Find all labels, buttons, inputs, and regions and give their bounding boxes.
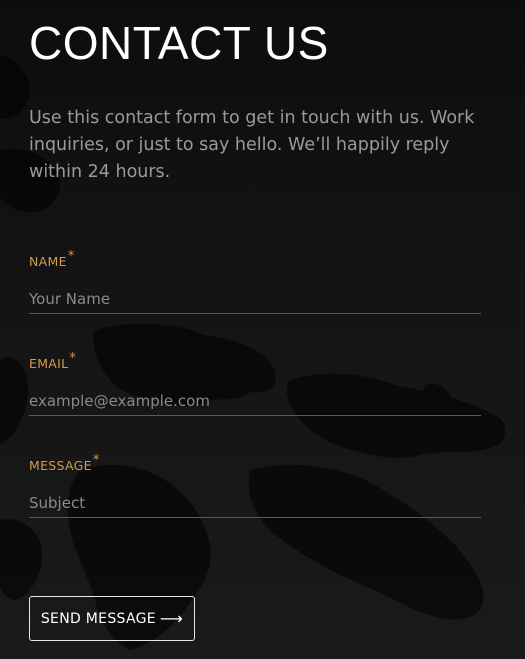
page-title: CONTACT US: [29, 17, 329, 69]
message-label-text: MESSAGE: [29, 458, 92, 473]
email-label: EMAIL*: [29, 351, 481, 372]
message-required-mark: *: [92, 453, 100, 468]
name-label-text: NAME: [29, 254, 67, 269]
send-message-button[interactable]: SEND MESSAGE ⟶: [29, 596, 195, 641]
name-label: NAME*: [29, 249, 481, 270]
email-input[interactable]: [29, 386, 481, 416]
message-label: MESSAGE*: [29, 453, 481, 474]
name-required-mark: *: [67, 249, 75, 264]
message-field-group: MESSAGE*: [29, 453, 481, 518]
email-required-mark: *: [69, 351, 77, 366]
arrow-right-icon: ⟶: [159, 608, 184, 628]
name-field-group: NAME*: [29, 249, 481, 314]
world-map-background: [0, 55, 506, 650]
contact-page: CONTACT US Use this contact form to get …: [0, 0, 525, 659]
intro-text: Use this contact form to get in touch wi…: [29, 108, 475, 182]
send-message-label: SEND MESSAGE: [40, 610, 156, 627]
email-field-group: EMAIL*: [29, 351, 481, 416]
name-input[interactable]: [29, 284, 481, 314]
email-label-text: EMAIL: [29, 356, 69, 371]
message-input[interactable]: [29, 488, 481, 518]
